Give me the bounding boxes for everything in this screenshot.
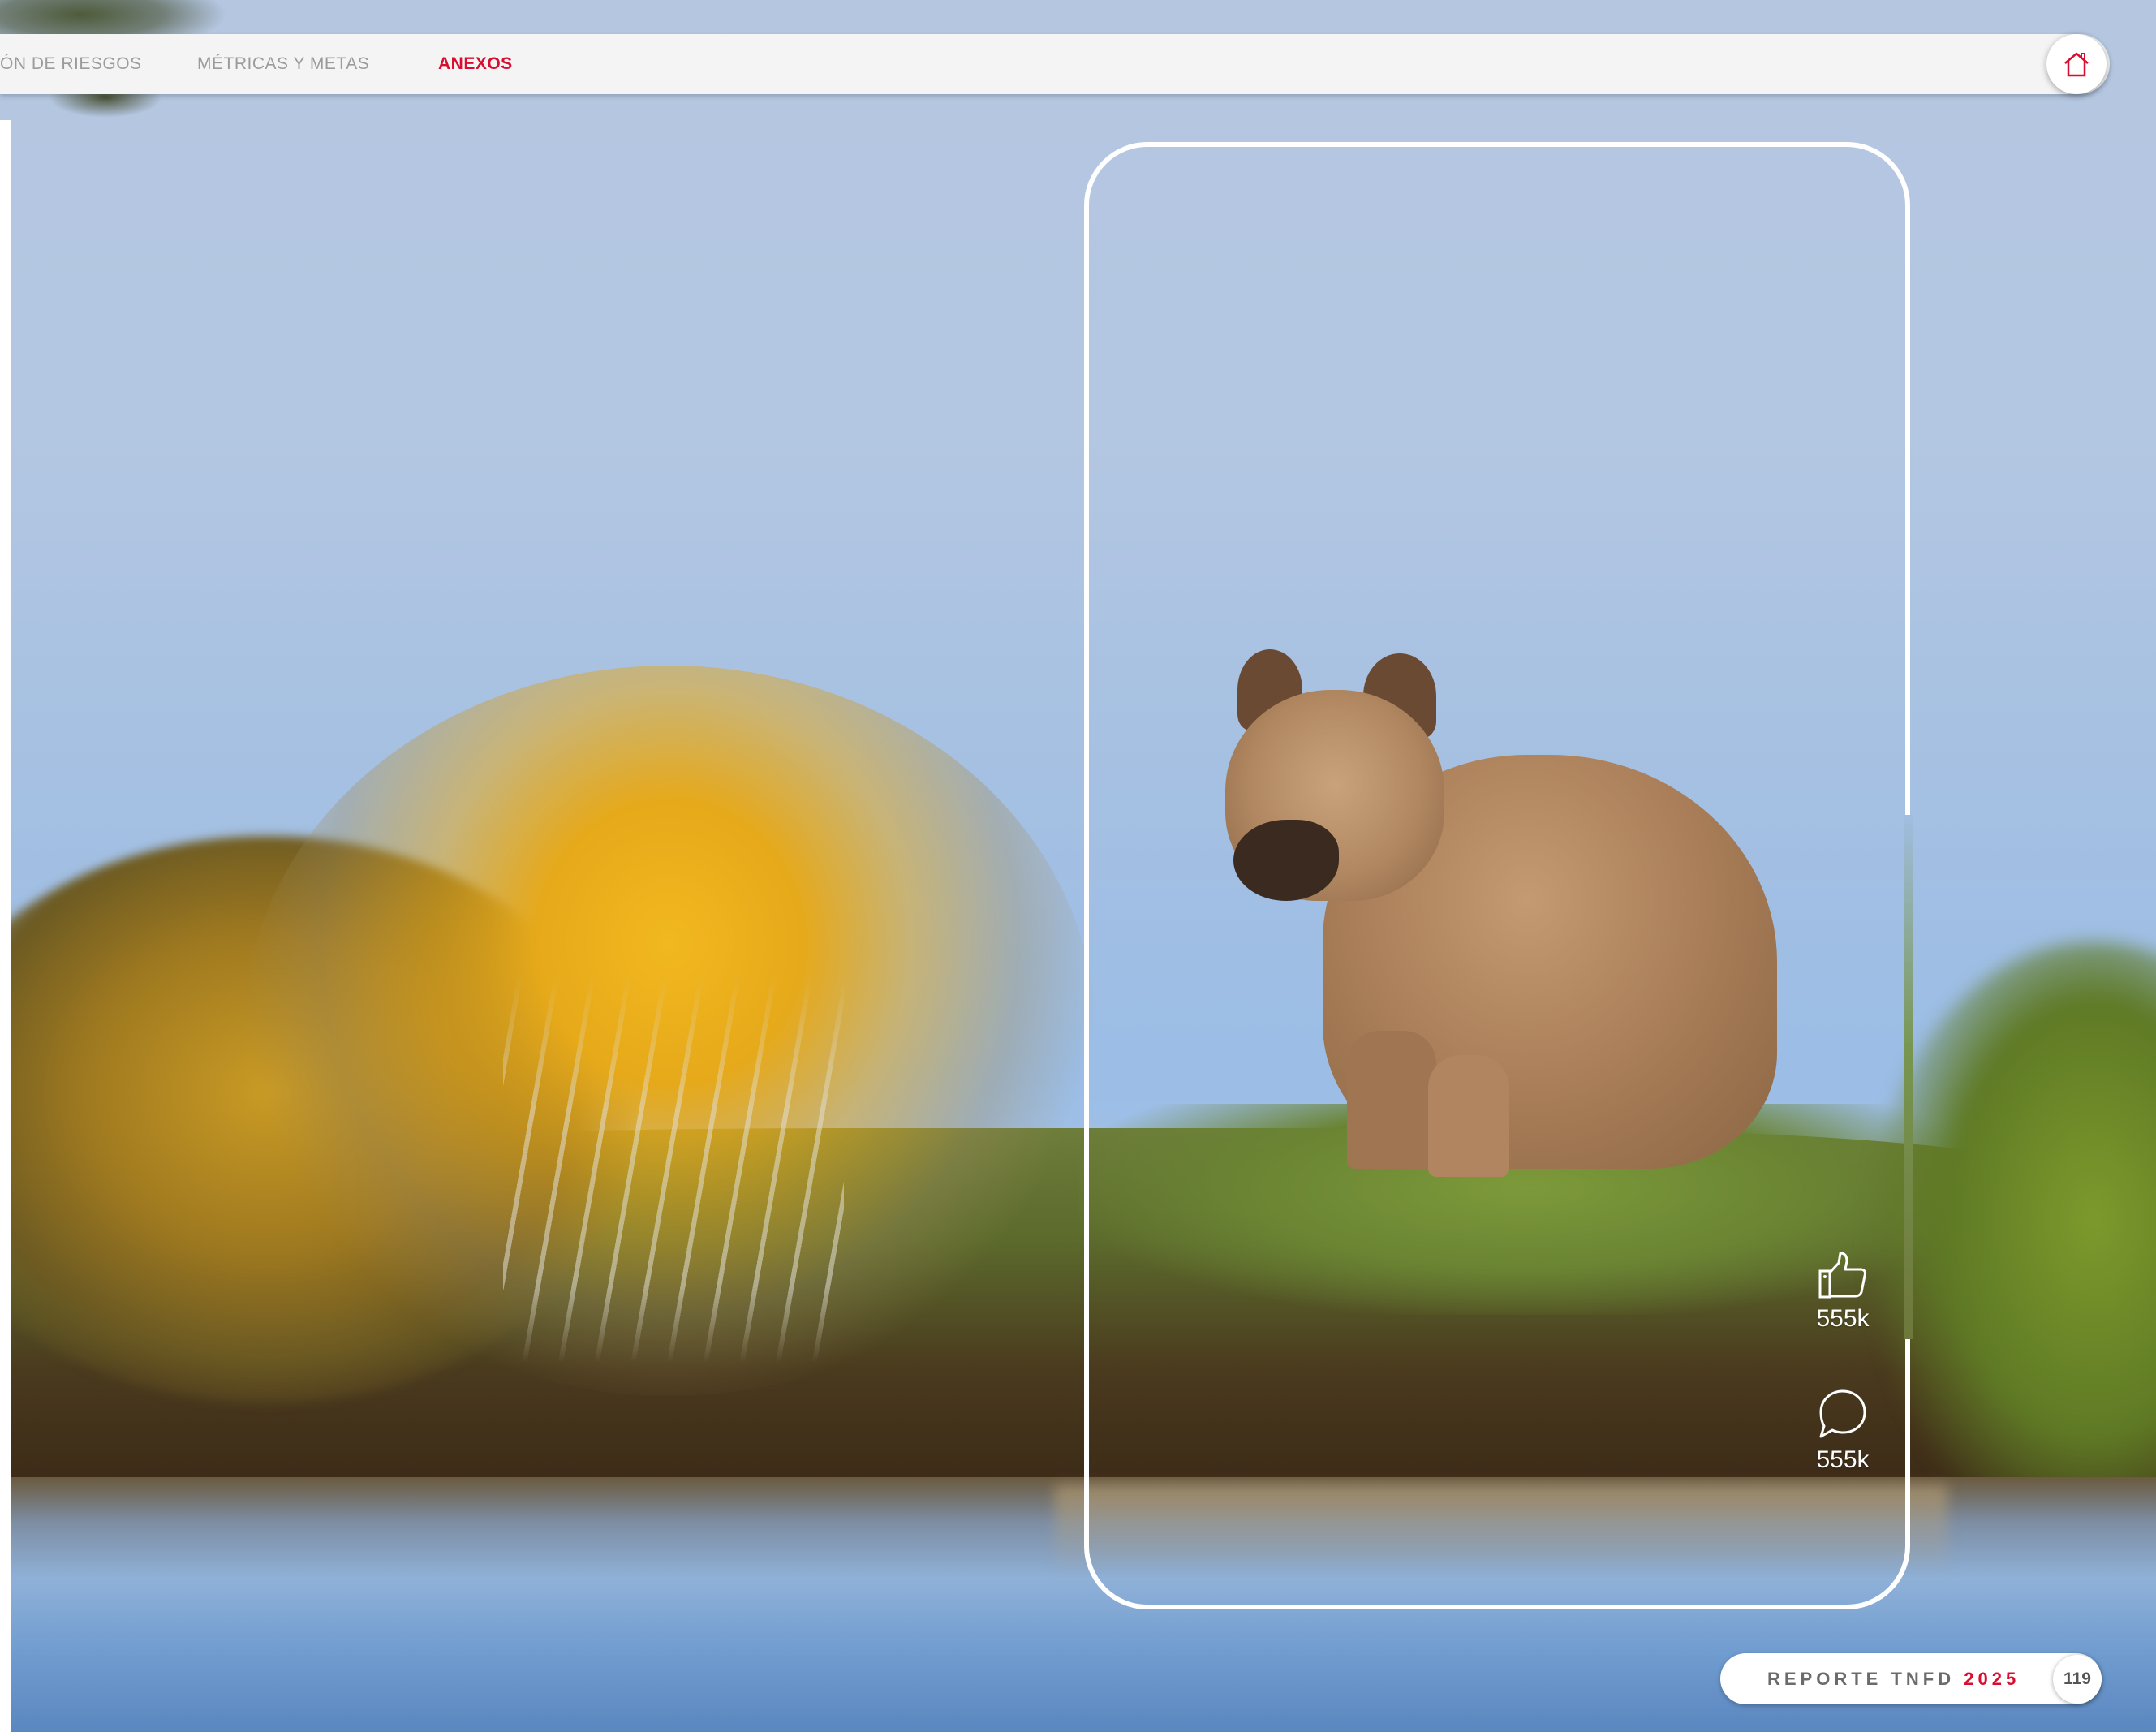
speech-bubble-icon [1819, 1389, 1866, 1438]
page-edge [0, 120, 11, 1732]
nav-item-gestion-de-riesgos[interactable]: ÓN DE RIESGOS [0, 34, 142, 94]
nav-item-anexos[interactable]: ANEXOS [438, 34, 513, 94]
phone-frame-gap [1904, 815, 1913, 1339]
home-icon [2064, 52, 2089, 77]
comment-counter[interactable]: 555k [1798, 1388, 1887, 1474]
flower-stems [503, 974, 844, 1364]
thumbs-up-icon [1818, 1252, 1866, 1299]
like-counter[interactable]: 555k [1798, 1250, 1887, 1333]
report-year: 2025 [1964, 1669, 2020, 1689]
report-footer: REPORTE TNFD 2025 [1720, 1653, 2102, 1704]
comment-count: 555k [1816, 1446, 1870, 1473]
top-navigation-bar: ÓN DE RIESGOS MÉTRICAS Y METAS ANEXOS [0, 34, 2110, 94]
page-number: 119 [2053, 1655, 2102, 1704]
nav-item-metricas-y-metas[interactable]: MÉTRICAS Y METAS [197, 34, 369, 94]
home-button[interactable] [2046, 34, 2107, 94]
report-title: REPORTE TNFD 2025 [1767, 1653, 2020, 1704]
report-label: REPORTE TNFD [1767, 1669, 1956, 1689]
like-count: 555k [1816, 1305, 1870, 1332]
phone-frame [1084, 142, 1910, 1609]
